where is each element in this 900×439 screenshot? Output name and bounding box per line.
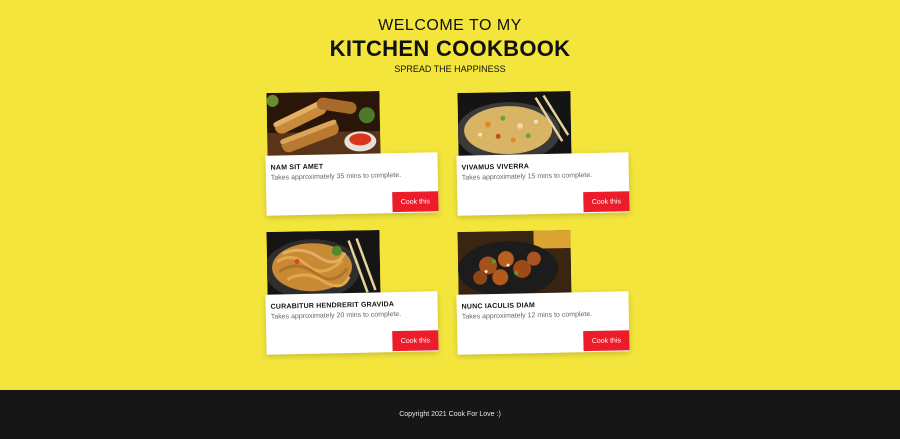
recipe-time: Takes approximately 12 mins to complete. <box>461 310 593 321</box>
copyright-text: Copyright 2021 Cook For Love :) <box>399 411 501 418</box>
orange-chicken-photo <box>457 230 572 298</box>
recipe-time: Takes approximately 15 mins to complete. <box>461 171 593 182</box>
recipe-info-panel: CURABITUR HENDRERIT GRAVIDA Takes approx… <box>265 291 439 355</box>
recipe-info-panel: NAM SIT AMET Takes approximately 35 mins… <box>265 152 439 216</box>
page-title: KITCHEN COOKBOOK <box>329 36 571 61</box>
recipe-name: NAM SIT AMET <box>270 163 324 172</box>
spring-rolls-photo <box>266 91 381 159</box>
recipe-card: NUNC IACULIS DIAM Takes approximately 12… <box>456 230 630 355</box>
cook-this-button[interactable]: Cook this <box>583 330 630 352</box>
recipe-time: Takes approximately 20 mins to complete. <box>270 310 402 321</box>
recipe-name: NUNC IACULIS DIAM <box>461 302 536 311</box>
fried-rice-photo <box>457 91 572 159</box>
page-footer: Copyright 2021 Cook For Love :) <box>0 390 900 439</box>
recipe-info-panel: VIVAMUS VIVERRA Takes approximately 15 m… <box>456 152 630 216</box>
recipe-time: Takes approximately 35 mins to complete. <box>270 171 402 182</box>
cook-this-button[interactable]: Cook this <box>392 330 439 352</box>
noodles-photo <box>266 230 381 298</box>
cook-this-button[interactable]: Cook this <box>392 191 439 213</box>
welcome-text: WELCOME TO MY <box>378 17 522 34</box>
recipe-card: NAM SIT AMET Takes approximately 35 mins… <box>265 91 439 216</box>
recipe-info-panel: NUNC IACULIS DIAM Takes approximately 12… <box>456 291 630 355</box>
recipe-name: VIVAMUS VIVERRA <box>461 163 530 172</box>
recipe-card: VIVAMUS VIVERRA Takes approximately 15 m… <box>456 91 630 216</box>
cook-this-button[interactable]: Cook this <box>583 191 630 213</box>
recipe-card: CURABITUR HENDRERIT GRAVIDA Takes approx… <box>265 230 439 355</box>
recipe-name: CURABITUR HENDRERIT GRAVIDA <box>270 301 395 311</box>
page-header: WELCOME TO MY KITCHEN COOKBOOK SPREAD TH… <box>0 16 900 75</box>
tagline: SPREAD THE HAPPINESS <box>394 64 506 74</box>
